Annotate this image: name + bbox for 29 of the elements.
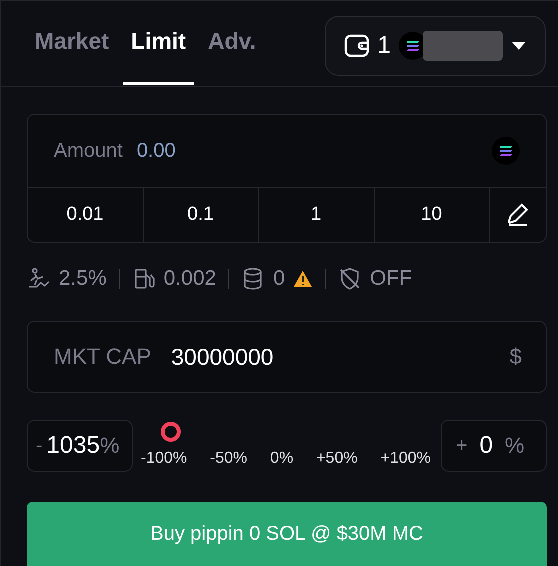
market-cap-field[interactable]: MKT CAP 30000000 $: [27, 321, 547, 393]
stat-value: OFF: [370, 267, 412, 291]
stat-value: 0: [273, 267, 286, 291]
tick-label: 0%: [270, 450, 294, 468]
tick-label: +100%: [380, 450, 431, 468]
preset-button[interactable]: 10: [374, 188, 490, 242]
preset-button[interactable]: 0.1: [144, 188, 259, 242]
stat-value: 0.002: [164, 267, 216, 291]
wallet-icon: [344, 34, 370, 58]
tab[interactable]: Limit: [123, 1, 194, 85]
caret-icon: [511, 40, 527, 50]
tick-label: -100%: [141, 450, 188, 468]
amount-label: Amount: [54, 140, 123, 162]
preset-button[interactable]: 1: [259, 188, 374, 242]
stat-value: 2.5%: [59, 267, 107, 291]
pencil-icon: [505, 202, 531, 228]
person-sliding-icon: [27, 267, 51, 291]
coin-icon: [492, 137, 520, 165]
wallet-button[interactable]: 1: [324, 16, 546, 76]
tick-label: -50%: [210, 450, 248, 468]
tab[interactable]: Market: [27, 1, 118, 85]
tick-label: +50%: [316, 450, 358, 468]
percent-field[interactable]: - 1035%: [27, 420, 133, 472]
shield-off-icon: [338, 267, 362, 291]
percent-field[interactable]: + 0 %: [441, 420, 547, 472]
slider-handle[interactable]: [161, 422, 181, 442]
amount-input[interactable]: 0.00: [134, 138, 480, 164]
preset-button[interactable]: 0.01: [28, 188, 144, 242]
tab[interactable]: Adv.: [200, 1, 264, 85]
